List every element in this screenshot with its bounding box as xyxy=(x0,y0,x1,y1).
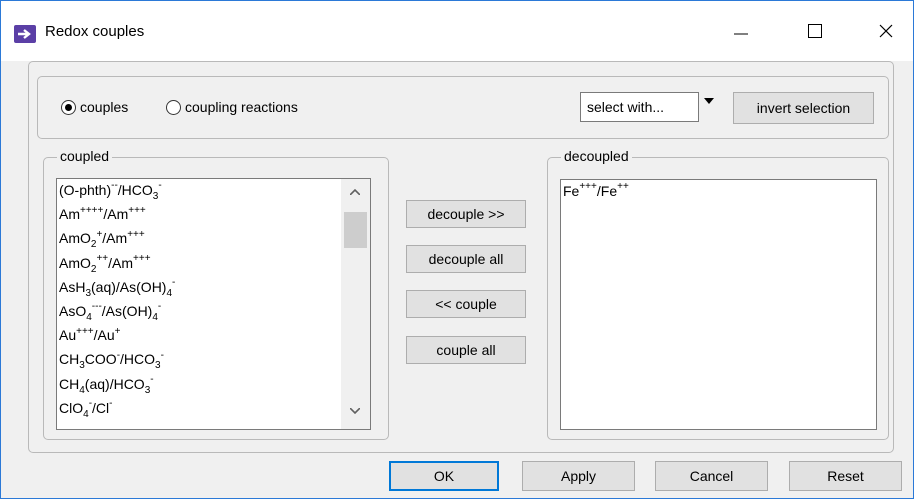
ok-button-label: OK xyxy=(433,468,455,484)
coupled-list-item[interactable]: ClO4-/Cl- xyxy=(59,398,113,419)
apply-button-label: Apply xyxy=(560,468,597,484)
radio-coupling-reactions[interactable]: coupling reactions xyxy=(166,99,298,115)
reset-button-label: Reset xyxy=(827,468,864,484)
scroll-up-icon[interactable] xyxy=(350,189,360,195)
minimize-button[interactable] xyxy=(718,13,764,49)
couple-button[interactable]: << couple xyxy=(406,290,526,318)
coupled-legend: coupled xyxy=(57,148,113,164)
decoupled-legend: decoupled xyxy=(561,148,632,164)
invert-selection-button[interactable]: invert selection xyxy=(733,92,874,124)
scroll-down-icon[interactable] xyxy=(350,408,360,414)
decouple-button-label: decouple >> xyxy=(427,206,505,222)
decoupled-listbox[interactable]: Fe+++/Fe++ xyxy=(560,179,877,430)
window-title: Redox couples xyxy=(45,23,145,40)
couple-all-button[interactable]: couple all xyxy=(406,336,526,364)
select-with-dropdown[interactable]: select with... xyxy=(580,92,699,122)
maximize-button[interactable] xyxy=(792,13,838,49)
coupled-list-item[interactable]: AsH3(aq)/As(OH)4- xyxy=(59,277,175,298)
dropdown-arrow-icon[interactable] xyxy=(704,98,714,104)
coupled-scroll-thumb[interactable] xyxy=(344,212,367,248)
close-button[interactable] xyxy=(863,13,909,49)
coupled-list-item[interactable]: (O-phth)--/HCO3- xyxy=(59,180,162,201)
radio-couples-indicator[interactable] xyxy=(61,99,76,115)
coupled-scrollbar[interactable] xyxy=(341,179,370,429)
coupled-list-item[interactable]: CH3COO-/HCO3- xyxy=(59,349,164,370)
cancel-button-label: Cancel xyxy=(689,468,734,484)
cancel-button[interactable]: Cancel xyxy=(655,461,768,491)
decouple-button[interactable]: decouple >> xyxy=(406,200,526,228)
select-with-value: select with... xyxy=(587,99,665,115)
decouple-all-button[interactable]: decouple all xyxy=(406,245,526,273)
apply-button[interactable]: Apply xyxy=(522,461,635,491)
title-bar[interactable]: Redox couples xyxy=(1,1,913,61)
close-icon xyxy=(879,24,893,38)
invert-selection-label: invert selection xyxy=(756,100,851,116)
ok-button[interactable]: OK xyxy=(389,461,499,491)
maximize-icon xyxy=(808,24,822,38)
coupled-listbox[interactable]: (O-phth)--/HCO3- Am++++/Am+++ AmO2+/Am+++ A… xyxy=(56,178,371,430)
coupled-list-item[interactable]: Am++++/Am+++ xyxy=(59,204,146,224)
coupled-list-item[interactable]: AmO2++/Am+++ xyxy=(59,253,151,273)
radio-coupling-reactions-label: coupling reactions xyxy=(185,99,298,115)
decouple-all-button-label: decouple all xyxy=(428,251,504,267)
minimize-icon xyxy=(734,33,748,35)
couple-button-label: << couple xyxy=(435,296,497,312)
coupled-list-item[interactable]: Au+++/Au+ xyxy=(59,325,121,345)
radio-couples-label: couples xyxy=(80,99,129,115)
coupled-list-item[interactable]: AmO2+/Am+++ xyxy=(59,228,145,249)
radio-coupling-reactions-indicator[interactable] xyxy=(166,99,181,115)
coupled-list-item[interactable]: CH4(aq)/HCO3- xyxy=(59,374,154,394)
radio-couples[interactable]: couples xyxy=(61,99,128,115)
reset-button[interactable]: Reset xyxy=(789,461,902,491)
app-arrow-icon xyxy=(14,25,36,43)
decoupled-list-item[interactable]: Fe+++/Fe++ xyxy=(563,181,629,201)
couple-all-button-label: couple all xyxy=(436,342,496,358)
coupled-list-item[interactable]: AsO4---/As(OH)4- xyxy=(59,301,161,322)
